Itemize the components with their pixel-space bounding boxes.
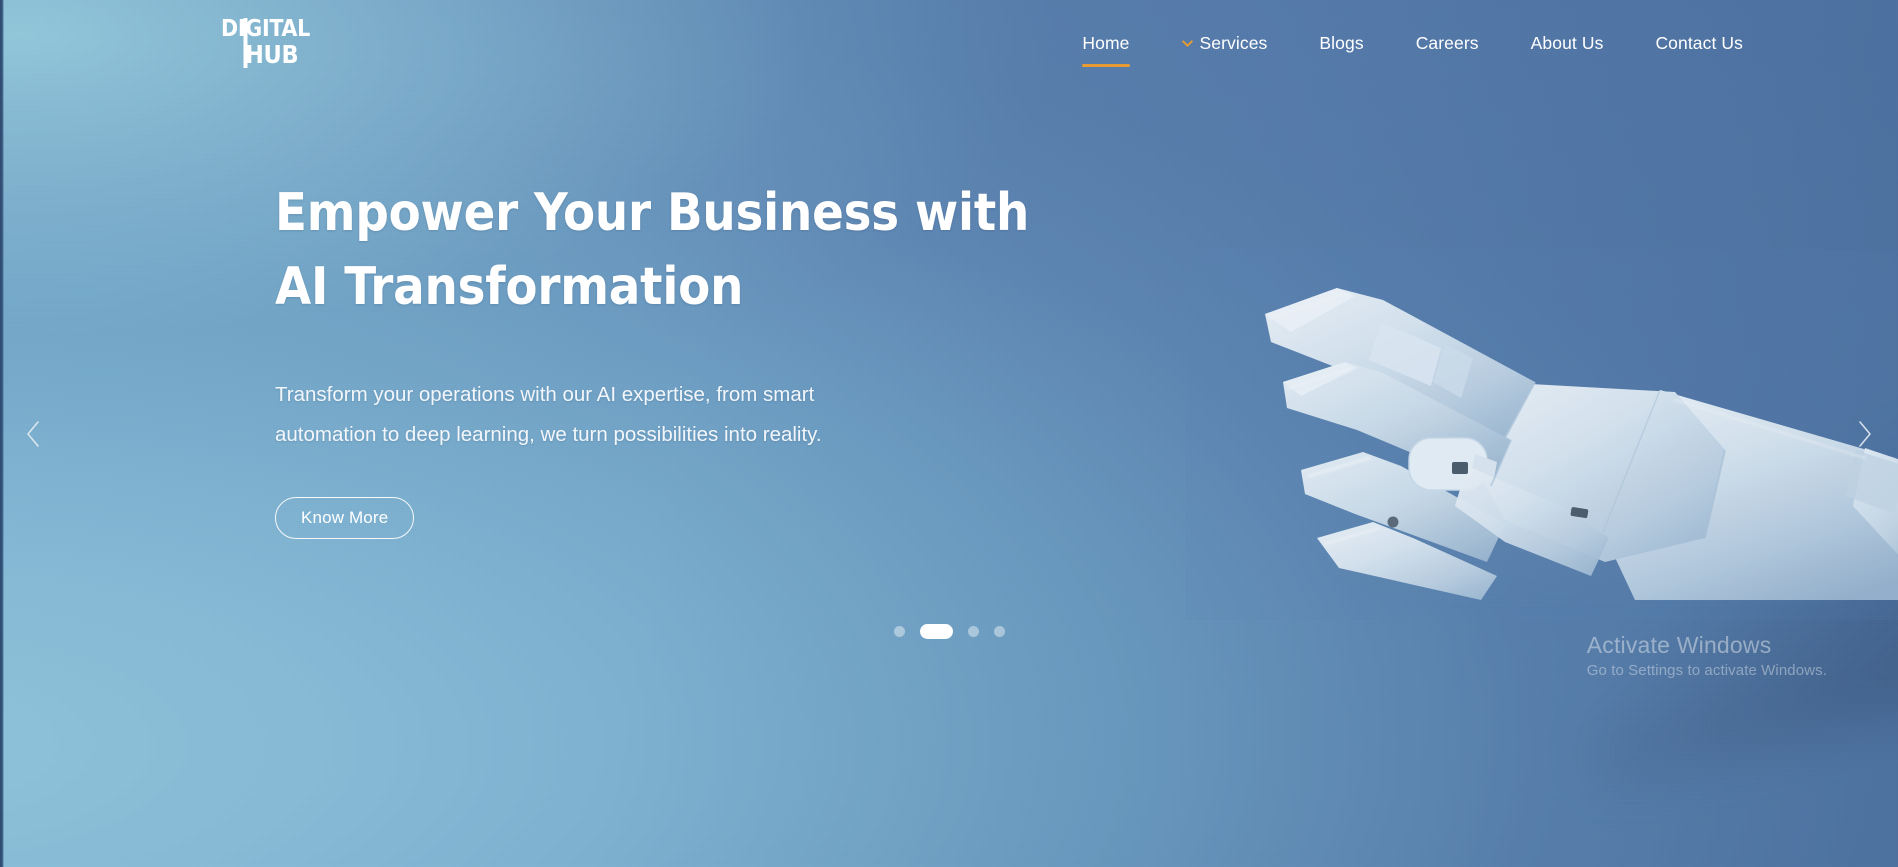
nav-item-home-label: Home bbox=[1082, 33, 1130, 54]
hero-subtitle: Transform your operations with our AI ex… bbox=[275, 375, 938, 455]
hero-section: DIGITAL HUB Home Services Blogs Careers … bbox=[0, 0, 1898, 867]
screen-left-edge-strip bbox=[0, 0, 4, 867]
carousel-dot-2[interactable] bbox=[919, 624, 953, 639]
hero-content: Empower Your Business with AI Transforma… bbox=[275, 176, 1085, 539]
nav-item-contact-us-label: Contact Us bbox=[1655, 33, 1743, 54]
main-navigation: Home Services Blogs Careers About Us Con… bbox=[1082, 0, 1898, 88]
windows-activation-watermark: Activate Windows Go to Settings to activ… bbox=[1587, 630, 1827, 682]
nav-item-home[interactable]: Home bbox=[1082, 29, 1130, 67]
carousel-prev-button[interactable] bbox=[17, 417, 51, 451]
logo-vertical-bar bbox=[243, 18, 248, 68]
nav-item-about-us-label: About Us bbox=[1530, 33, 1604, 54]
logo-text-line1: DIGITAL bbox=[221, 16, 310, 42]
nav-item-careers-label: Careers bbox=[1415, 33, 1479, 54]
hero-subtitle-line-2: automation to deep learning, we turn pos… bbox=[275, 423, 822, 446]
logo-text-line2: HUB bbox=[245, 40, 298, 69]
know-more-button[interactable]: Know More bbox=[275, 497, 415, 539]
chevron-right-icon bbox=[1853, 418, 1875, 450]
chevron-left-icon bbox=[23, 418, 45, 450]
chevron-down-icon bbox=[1181, 38, 1193, 49]
carousel-dot-3[interactable] bbox=[967, 626, 979, 637]
carousel-dot-4[interactable] bbox=[993, 626, 1005, 637]
site-header: DIGITAL HUB Home Services Blogs Careers … bbox=[0, 0, 1898, 88]
hero-subtitle-line-1: Transform your operations with our AI ex… bbox=[275, 383, 815, 406]
nav-item-blogs[interactable]: Blogs bbox=[1319, 29, 1363, 59]
nav-item-services-label: Services bbox=[1199, 33, 1268, 54]
nav-item-services[interactable]: Services bbox=[1181, 29, 1268, 59]
watermark-title: Activate Windows bbox=[1586, 632, 1772, 658]
hero-title: Empower Your Business with AI Transforma… bbox=[275, 183, 1030, 317]
nav-item-contact-us[interactable]: Contact Us bbox=[1655, 29, 1743, 59]
carousel-next-button[interactable] bbox=[1847, 417, 1881, 451]
carousel-dot-1[interactable] bbox=[893, 626, 905, 637]
watermark-subtitle: Go to Settings to activate Windows. bbox=[1586, 662, 1827, 679]
nav-item-careers[interactable]: Careers bbox=[1416, 29, 1479, 59]
nav-item-about-us[interactable]: About Us bbox=[1531, 29, 1604, 59]
digital-hub-logo[interactable]: DIGITAL HUB bbox=[221, 14, 341, 72]
nav-item-blogs-label: Blogs bbox=[1319, 33, 1364, 54]
